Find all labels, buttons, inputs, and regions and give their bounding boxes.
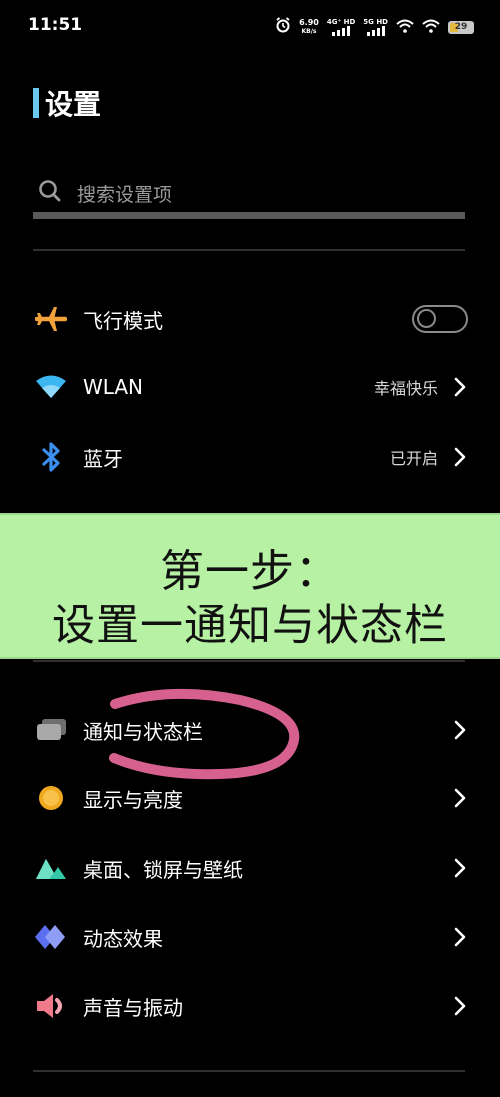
chevron-right-icon	[452, 720, 468, 740]
bluetooth-icon	[33, 439, 69, 475]
settings-item-airplane-mode[interactable]: 飞行模式	[33, 294, 468, 344]
battery-icon: 29	[448, 20, 474, 34]
network-speed-value: 6.90	[299, 18, 319, 27]
brightness-icon	[33, 780, 69, 816]
page-title: 设置	[33, 86, 102, 121]
network-speed-unit: KB/s	[301, 28, 317, 35]
search-input[interactable]: 搜索设置项	[33, 168, 465, 220]
settings-item-label: 动态效果	[83, 926, 163, 951]
settings-item-label: 飞行模式	[83, 308, 163, 333]
wifi-status-icon	[396, 18, 414, 37]
settings-item-label: 声音与振动	[83, 995, 183, 1020]
sound-icon	[33, 988, 69, 1024]
airplane-icon	[33, 301, 69, 337]
settings-item-animations[interactable]: 动态效果	[33, 912, 468, 962]
search-placeholder: 搜索设置项	[77, 184, 173, 206]
signal-bars-icon	[366, 26, 385, 36]
settings-item-value: 幸福快乐	[373, 379, 438, 398]
wifi-icon	[33, 369, 69, 405]
status-time: 11:51	[28, 15, 83, 35]
tutorial-banner: 第一步： 设置一通知与状态栏	[0, 513, 500, 659]
battery-level: 29	[454, 22, 468, 32]
chevron-right-icon	[452, 788, 468, 808]
highlight-scribble	[109, 688, 300, 780]
animation-icon	[33, 919, 69, 955]
chevron-right-icon	[452, 996, 468, 1016]
wifi-status-icon	[422, 18, 440, 37]
search-icon	[37, 178, 63, 208]
settings-item-bluetooth[interactable]: 蓝牙 已开启	[33, 432, 468, 482]
network-speed: 6.90 KB/s	[299, 18, 319, 36]
chevron-right-icon	[452, 858, 468, 878]
wallpaper-icon	[33, 850, 69, 886]
settings-item-label: 蓝牙	[83, 446, 123, 471]
banner-line1: 第一步：	[160, 546, 340, 597]
settings-item-label: 桌面、锁屏与壁纸	[83, 857, 243, 882]
sim2-label: 5G HD	[363, 18, 388, 26]
chevron-right-icon	[452, 447, 468, 467]
banner-line2: 设置一通知与状态栏	[52, 601, 448, 651]
sim1-signal: 4G⁺ HD	[327, 18, 355, 36]
search-underline	[33, 212, 465, 219]
divider	[33, 1070, 465, 1072]
sim2-signal: 5G HD	[363, 18, 388, 36]
settings-item-wlan[interactable]: WLAN 幸福快乐	[33, 362, 468, 412]
signal-bars-icon	[332, 26, 351, 36]
divider	[33, 660, 465, 662]
sim1-label: 4G⁺ HD	[326, 18, 356, 26]
alarm-icon	[275, 17, 291, 37]
settings-item-label: WLAN	[83, 375, 144, 399]
chevron-right-icon	[452, 927, 468, 947]
settings-item-sound-vibration[interactable]: 声音与振动	[33, 981, 468, 1031]
chevron-right-icon	[452, 377, 468, 397]
title-accent-bar	[33, 88, 39, 118]
status-icons: 6.90 KB/s 4G⁺ HD 5G HD 29	[275, 14, 474, 40]
settings-item-wallpaper[interactable]: 桌面、锁屏与壁纸	[33, 843, 468, 893]
airplane-mode-toggle[interactable]	[412, 305, 468, 333]
divider	[33, 249, 465, 251]
settings-item-value: 已开启	[389, 449, 438, 468]
notification-icon	[33, 712, 69, 748]
status-bar: 11:51 6.90 KB/s 4G⁺ HD 5G HD 29	[0, 0, 500, 52]
page-title-text: 设置	[45, 88, 102, 121]
